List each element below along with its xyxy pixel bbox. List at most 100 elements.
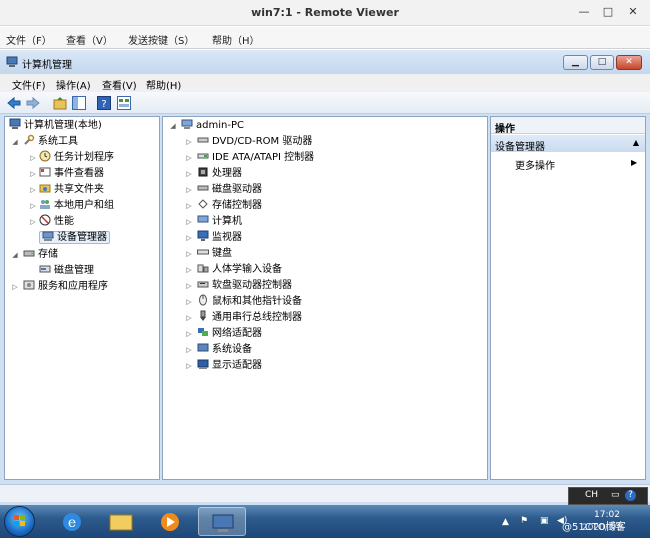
device-expand-monitor[interactable]: ▷ — [185, 230, 193, 246]
computer-management-icon — [212, 514, 234, 532]
language-bar[interactable]: CH ▭ ? — [568, 487, 648, 505]
tree-node-services[interactable]: 服务和应用程序 — [23, 279, 108, 295]
device-disk-drives[interactable]: 磁盘驱动器 — [197, 182, 262, 198]
display-adapter-icon — [197, 359, 209, 369]
mmc-close-button[interactable]: ✕ — [616, 55, 642, 70]
device-floppy-controller[interactable]: 软盘驱动器控制器 — [197, 278, 292, 294]
tree-expand-event-viewer[interactable]: ▷ — [29, 166, 37, 182]
mmc-menu-file[interactable]: 文件(F) — [12, 77, 46, 92]
help-icon[interactable]: ? — [625, 490, 636, 501]
device-dvd-cdrom[interactable]: DVD/CD-ROM 驱动器 — [197, 134, 312, 150]
device-display-adapters[interactable]: 显示适配器 — [197, 358, 262, 374]
device-expand-hid[interactable]: ▷ — [185, 262, 193, 278]
mmc-maximize-button[interactable]: □ — [590, 55, 614, 70]
device-expand-floppy[interactable]: ▷ — [185, 278, 193, 294]
forward-arrow-icon[interactable] — [25, 95, 41, 111]
device-processor[interactable]: 处理器 — [197, 166, 242, 182]
tree-node-performance[interactable]: 性能 — [39, 214, 74, 230]
tree-node-disk-management[interactable]: 磁盘管理 — [39, 263, 94, 279]
disk-drive-icon — [197, 185, 209, 191]
tree-node-device-manager[interactable]: 设备管理器 — [39, 230, 110, 246]
language-indicator[interactable]: CH — [585, 490, 598, 500]
collapse-up-icon: ▲ — [632, 138, 639, 147]
device-monitors[interactable]: 监视器 — [197, 230, 242, 246]
device-expand-dvd[interactable]: ▷ — [185, 134, 193, 150]
tree-node-system-tools[interactable]: 系统工具 — [23, 134, 78, 150]
device-network-adapters[interactable]: 网络适配器 — [197, 326, 262, 342]
tree-node-storage[interactable]: 存储 — [23, 247, 58, 263]
device-hid[interactable]: 人体学输入设备 — [197, 262, 282, 278]
device-mice[interactable]: 鼠标和其他指针设备 — [197, 294, 302, 310]
viewer-maximize-button[interactable]: □ — [600, 5, 616, 19]
actions-more-actions[interactable]: 更多操作 — [515, 157, 555, 172]
device-expand-ide[interactable]: ▷ — [185, 150, 193, 166]
mmc-minimize-button[interactable]: ▁ — [563, 55, 588, 70]
tray-expand-icon[interactable]: ▲ — [502, 517, 509, 527]
device-expand-system[interactable]: ▷ — [185, 342, 193, 358]
computer-icon — [197, 215, 209, 223]
tree-expand-task-scheduler[interactable]: ▷ — [29, 150, 37, 166]
device-expand-processor[interactable]: ▷ — [185, 166, 193, 182]
tree-node-local-users[interactable]: 本地用户和组 — [39, 198, 114, 214]
viewer-menu-help[interactable]: 帮助（H） — [212, 32, 260, 47]
taskbar-computer-management[interactable] — [198, 507, 246, 536]
device-expand-network[interactable]: ▷ — [185, 326, 193, 342]
tree-node-task-scheduler[interactable]: 任务计划程序 — [39, 150, 114, 166]
action-center-flag-icon[interactable]: ⚑ — [520, 516, 528, 526]
device-expand-mouse[interactable]: ▷ — [185, 294, 193, 310]
device-expand-display[interactable]: ▷ — [185, 358, 193, 374]
folder-icon — [109, 514, 133, 531]
device-computer[interactable]: 计算机 — [197, 214, 242, 230]
services-icon — [23, 280, 35, 290]
submenu-arrow-icon: ▶ — [631, 158, 638, 167]
tree-node-root[interactable]: 计算机管理(本地) — [9, 118, 102, 134]
keyboard-icon[interactable]: ▭ — [611, 490, 620, 500]
tree-collapse-storage[interactable]: ◢ — [11, 247, 19, 263]
viewer-menu-send-keys[interactable]: 发送按键（S） — [128, 32, 194, 47]
tree-collapse-system-tools[interactable]: ◢ — [11, 134, 19, 150]
tree-expand-services[interactable]: ▷ — [11, 279, 19, 295]
monitor-icon — [197, 230, 209, 241]
viewer-menu-view[interactable]: 查看（V） — [66, 32, 113, 47]
taskbar-ie[interactable]: e — [52, 507, 92, 536]
device-expand-usb[interactable]: ▷ — [185, 310, 193, 326]
mmc-menu-help[interactable]: 帮助(H) — [146, 77, 181, 92]
tree-node-shared-folders[interactable]: 共享文件夹 — [39, 182, 104, 198]
actions-section-device-manager[interactable]: 设备管理器 ▲ — [491, 135, 645, 153]
taskbar-explorer[interactable] — [101, 507, 141, 536]
up-folder-icon[interactable] — [52, 95, 68, 111]
viewer-close-button[interactable]: ✕ — [625, 5, 641, 19]
device-system-devices[interactable]: 系统设备 — [197, 342, 252, 358]
mmc-menu-view[interactable]: 查看(V) — [102, 77, 137, 92]
device-root-collapse[interactable]: ◢ — [169, 118, 177, 134]
device-expand-disk[interactable]: ▷ — [185, 182, 193, 198]
tree-expand-shared-folders[interactable]: ▷ — [29, 182, 37, 198]
viewer-minimize-button[interactable]: — — [576, 5, 592, 19]
device-usb-controllers[interactable]: 通用串行总线控制器 — [197, 310, 302, 326]
start-button[interactable] — [4, 506, 35, 537]
ide-controller-icon — [197, 153, 209, 159]
taskbar-media-player[interactable] — [150, 507, 190, 536]
help-icon[interactable]: ? — [96, 95, 112, 111]
performance-icon — [39, 214, 51, 226]
device-expand-keyboard[interactable]: ▷ — [185, 246, 193, 262]
tree-expand-local-users[interactable]: ▷ — [29, 198, 37, 214]
device-expand-storage[interactable]: ▷ — [185, 198, 193, 214]
viewer-menu-file[interactable]: 文件（F） — [6, 32, 52, 47]
keyboard-icon — [197, 249, 209, 255]
tree-expand-performance[interactable]: ▷ — [29, 214, 37, 230]
device-expand-computer[interactable]: ▷ — [185, 214, 193, 230]
network-icon[interactable]: ▣ — [540, 516, 549, 526]
device-ide-controller[interactable]: IDE ATA/ATAPI 控制器 — [197, 150, 314, 166]
mmc-menu-action[interactable]: 操作(A) — [56, 77, 91, 92]
network-adapter-icon — [198, 328, 208, 336]
back-arrow-icon[interactable] — [6, 95, 22, 111]
computer-management-icon — [9, 118, 21, 129]
device-keyboards[interactable]: 键盘 — [197, 246, 232, 262]
properties-icon[interactable] — [116, 95, 132, 111]
show-hide-tree-icon[interactable] — [71, 95, 87, 111]
device-storage-controllers[interactable]: 存储控制器 — [197, 198, 262, 214]
device-root[interactable]: admin-PC — [181, 118, 244, 134]
tools-icon — [24, 134, 35, 145]
tree-node-event-viewer[interactable]: 事件查看器 — [39, 166, 104, 182]
